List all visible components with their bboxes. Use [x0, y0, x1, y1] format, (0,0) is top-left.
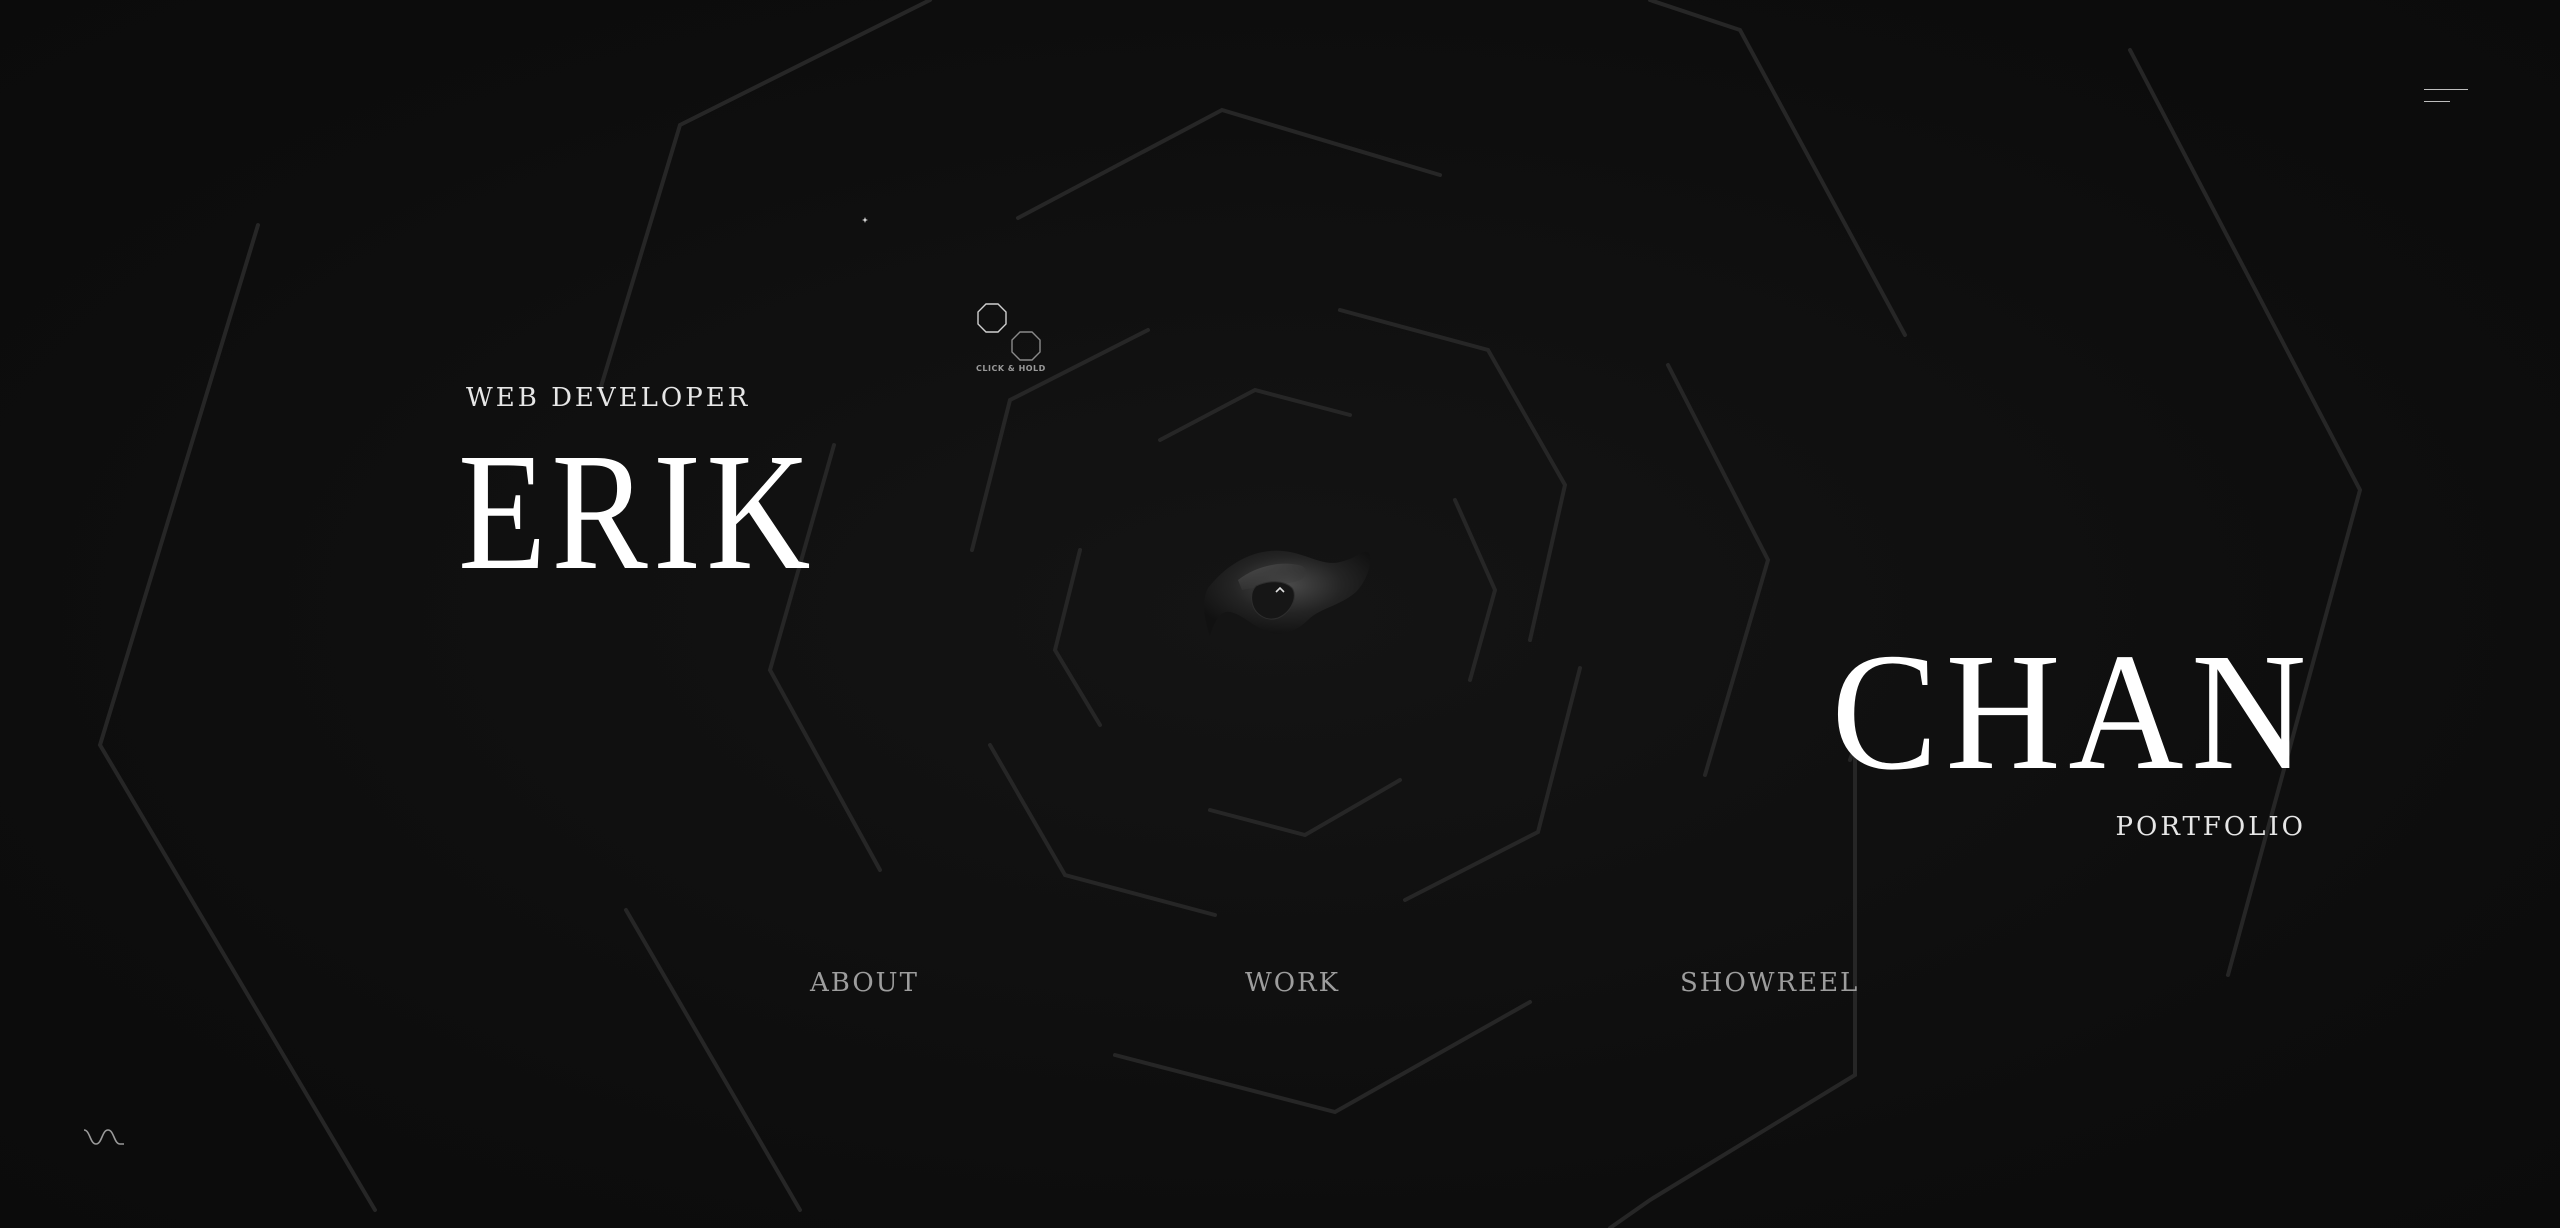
hamburger-menu-icon — [2424, 89, 2468, 90]
hero-last-name: CHAN — [1831, 619, 2314, 805]
click-hold-label: CLICK & HOLD — [976, 364, 1046, 373]
sculpture-object-icon — [1204, 550, 1371, 636]
sound-toggle-button[interactable] — [82, 1124, 126, 1150]
menu-button[interactable] — [2416, 80, 2472, 110]
sound-wave-icon — [83, 1129, 124, 1145]
hero-first-name: ERIK — [458, 419, 816, 605]
sparkle-dot — [862, 208, 868, 223]
hamburger-menu-icon-short-bar — [2424, 101, 2450, 102]
octagon-cursor-icon — [977, 303, 1041, 361]
hero-subtitle: PORTFOLIO — [2115, 812, 2306, 842]
nav-about-link[interactable]: ABOUT — [810, 968, 919, 998]
center-3d-sculpture[interactable] — [1190, 540, 1390, 670]
nav-work-link[interactable]: WORK — [1245, 968, 1340, 998]
landing-page: WEB DEVELOPER ERIK CHAN PORTFOLIO ABOUT … — [0, 0, 2560, 1228]
click-hold-cursor: CLICK & HOLD — [968, 296, 1078, 386]
nav-showreel-link[interactable]: SHOWREEL — [1680, 968, 1859, 998]
hero-role: WEB DEVELOPER — [466, 383, 751, 413]
